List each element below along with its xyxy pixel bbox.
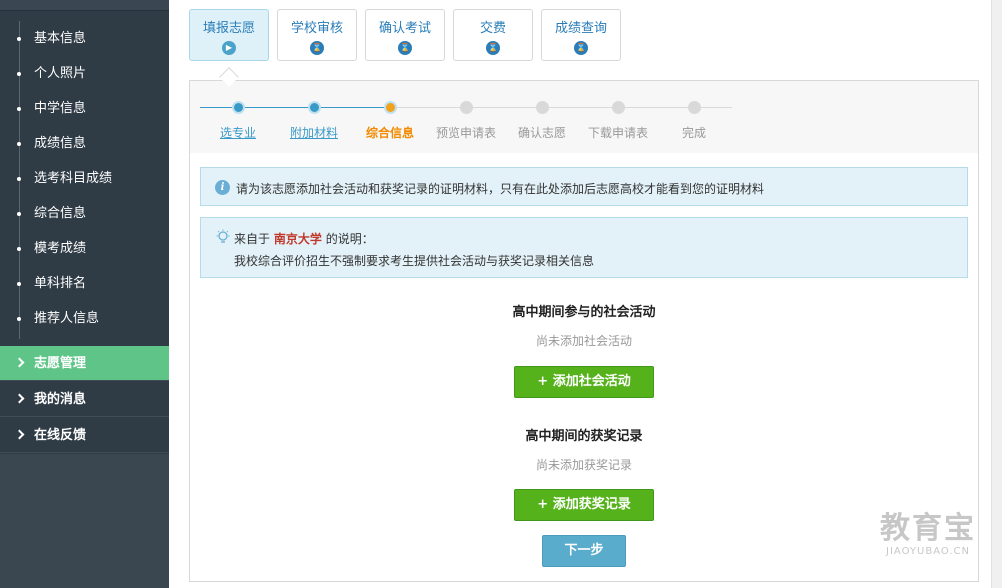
bullet-icon bbox=[17, 282, 21, 286]
sidebar-item-label: 个人照片 bbox=[34, 66, 87, 81]
bullet-icon bbox=[17, 212, 21, 216]
school-note: 来自于 南京大学 的说明： 我校综合评价招生不强制要求考生提供社会活动与获奖记录… bbox=[200, 217, 968, 278]
sidebar-item-referee[interactable]: 推荐人信息 bbox=[0, 301, 169, 336]
sidebar-sub-list: 基本信息 个人照片 中学信息 成绩信息 选考科目成绩 综合信息 模考成绩 单科排… bbox=[0, 21, 169, 336]
bullet-icon bbox=[17, 317, 21, 321]
social-activities-empty: 尚未添加社会活动 bbox=[535, 334, 632, 348]
sidebar-item-basic-info[interactable]: 基本信息 bbox=[0, 21, 169, 56]
sidebar-item-label: 成绩信息 bbox=[34, 136, 87, 151]
step-comprehensive-info: 综合信息 bbox=[365, 126, 414, 140]
sidebar-item-label: 中学信息 bbox=[34, 101, 87, 116]
sidebar-item-label: 单科排名 bbox=[34, 276, 87, 291]
step-progress: 选专业 附加材料 综合信息 预览申请表 确认志愿 下载申请表 完成 bbox=[190, 81, 978, 153]
note-source: 来自于 南京大学 的说明： bbox=[234, 230, 374, 247]
info-alert: i 请为该志愿添加社会活动和获奖记录的证明材料，只有在此处添加后志愿高校才能看到… bbox=[200, 167, 968, 206]
step-complete: 完成 bbox=[681, 126, 706, 140]
hourglass-icon: ⌛ bbox=[574, 41, 588, 55]
step-line-todo bbox=[390, 107, 732, 108]
note-school-name: 南京大学 bbox=[273, 232, 322, 246]
info-text: 请为该志愿添加社会活动和获奖记录的证明材料，只有在此处添加后志愿高校才能看到您的… bbox=[236, 182, 765, 196]
main-panel: 选专业 附加材料 综合信息 预览申请表 确认志愿 下载申请表 完成 i 请为该志… bbox=[189, 80, 979, 582]
step-dot bbox=[308, 101, 321, 114]
watermark-logo: 教育宝 JIAOYUBAO.CN bbox=[872, 512, 984, 558]
sidebar-item-comprehensive-info[interactable]: 综合信息 bbox=[0, 196, 169, 231]
step-dot bbox=[612, 101, 625, 114]
hourglass-icon: ⌛ bbox=[310, 41, 324, 55]
note-text: 我校综合评价招生不强制要求考生提供社会活动与获奖记录相关信息 bbox=[234, 254, 595, 268]
sidebar-item-label: 模考成绩 bbox=[34, 241, 87, 256]
sidebar-item-label: 选考科目成绩 bbox=[34, 171, 113, 186]
step-dot bbox=[384, 101, 397, 114]
bullet-icon bbox=[17, 247, 21, 251]
chevron-right-icon bbox=[14, 357, 25, 368]
bullet-icon bbox=[17, 37, 21, 41]
note-suffix: 的说明： bbox=[325, 232, 374, 246]
sidebar-item-label: 基本信息 bbox=[34, 31, 87, 46]
sidebar-bottom bbox=[0, 454, 169, 588]
sidebar-item-elective-grades[interactable]: 选考科目成绩 bbox=[0, 161, 169, 196]
step-dot bbox=[688, 101, 701, 114]
sidebar-item-grades[interactable]: 成绩信息 bbox=[0, 126, 169, 161]
step-confirm: 确认志愿 bbox=[517, 126, 566, 140]
step-select-major[interactable]: 选专业 bbox=[198, 124, 278, 141]
nav-item-label: 志愿管理 bbox=[34, 356, 87, 371]
tab-label: 成绩查询 bbox=[554, 21, 607, 36]
tab-label: 交费 bbox=[479, 21, 506, 36]
chevron-right-icon bbox=[14, 393, 25, 404]
tab-label: 填报志愿 bbox=[202, 21, 255, 36]
next-step-button[interactable]: 下一步 bbox=[542, 535, 626, 567]
sidebar-item-school-info[interactable]: 中学信息 bbox=[0, 91, 169, 126]
bullet-icon bbox=[17, 107, 21, 111]
nav-item-messages[interactable]: 我的消息 bbox=[0, 382, 169, 417]
step-download-form: 下载申请表 bbox=[587, 126, 648, 140]
social-activities-title: 高中期间参与的社会活动 bbox=[512, 305, 656, 320]
scrollbar[interactable] bbox=[991, 0, 1002, 588]
sidebar-top-bar bbox=[0, 0, 169, 11]
tab-school-review[interactable]: 学校审核 ⌛ bbox=[277, 9, 357, 61]
play-icon: ▶ bbox=[222, 41, 236, 55]
chevron-right-icon bbox=[14, 429, 25, 440]
awards-empty: 尚未添加获奖记录 bbox=[535, 458, 632, 472]
sidebar-item-label: 综合信息 bbox=[34, 206, 87, 221]
sidebar-item-subject-rank[interactable]: 单科排名 bbox=[0, 266, 169, 301]
bullet-icon bbox=[17, 142, 21, 146]
hourglass-icon: ⌛ bbox=[398, 41, 412, 55]
tab-apply[interactable]: 填报志愿 ▶ bbox=[189, 9, 269, 61]
awards-title: 高中期间的获奖记录 bbox=[525, 429, 643, 444]
tab-confirm-exam[interactable]: 确认考试 ⌛ bbox=[365, 9, 445, 61]
tab-label: 学校审核 bbox=[290, 21, 343, 36]
nav-item-feedback[interactable]: 在线反馈 bbox=[0, 418, 169, 453]
sidebar-item-mock-exam[interactable]: 模考成绩 bbox=[0, 231, 169, 266]
watermark-sub: JIAOYUBAO.CN bbox=[886, 546, 970, 557]
add-award-button[interactable]: + 添加获奖记录 bbox=[514, 489, 654, 521]
tab-score-query[interactable]: 成绩查询 ⌛ bbox=[541, 9, 621, 61]
watermark-main: 教育宝 bbox=[880, 511, 976, 546]
bullet-icon bbox=[17, 177, 21, 181]
step-dot bbox=[232, 101, 245, 114]
step-dot bbox=[536, 101, 549, 114]
step-additional-material[interactable]: 附加材料 bbox=[274, 124, 354, 141]
tab-payment[interactable]: 交费 ⌛ bbox=[453, 9, 533, 61]
step-preview-form: 预览申请表 bbox=[435, 126, 496, 140]
nav-item-label: 在线反馈 bbox=[34, 428, 87, 443]
hourglass-icon: ⌛ bbox=[486, 41, 500, 55]
note-prefix: 来自于 bbox=[234, 232, 271, 246]
lightbulb-icon bbox=[216, 229, 230, 243]
tab-label: 确认考试 bbox=[378, 21, 431, 36]
add-social-activity-button[interactable]: + 添加社会活动 bbox=[514, 366, 654, 398]
sidebar-item-photo[interactable]: 个人照片 bbox=[0, 56, 169, 91]
step-dot bbox=[460, 101, 473, 114]
sidebar-item-label: 推荐人信息 bbox=[34, 311, 100, 326]
step-line-done bbox=[200, 107, 390, 108]
info-icon: i bbox=[215, 180, 230, 195]
bullet-icon bbox=[17, 72, 21, 76]
sidebar: 基本信息 个人照片 中学信息 成绩信息 选考科目成绩 综合信息 模考成绩 单科排… bbox=[0, 0, 169, 588]
nav-item-label: 我的消息 bbox=[34, 392, 87, 407]
nav-item-application[interactable]: 志愿管理 bbox=[0, 346, 169, 381]
